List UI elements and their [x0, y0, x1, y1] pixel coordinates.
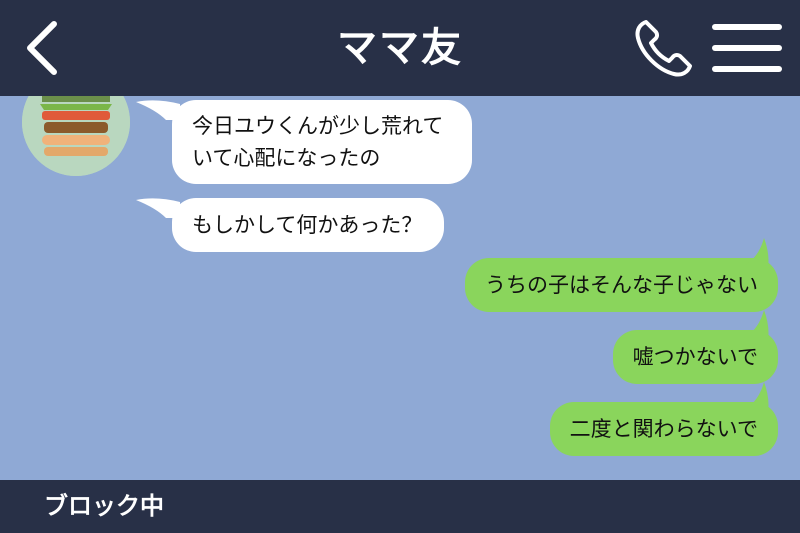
bubble-tail: [740, 382, 769, 412]
bubble-tail: [740, 310, 769, 340]
incoming-message[interactable]: もしかして何かあった？: [172, 198, 445, 252]
outgoing-message[interactable]: うちの子はそんな子じゃない: [465, 258, 778, 312]
message-text: 二度と関わらないで: [569, 417, 758, 441]
message-text: もしかして何かあった？: [192, 213, 423, 237]
incoming-message[interactable]: 今日ユウくんが少し荒れていて心配になったの: [172, 100, 472, 184]
menu-button[interactable]: [710, 20, 784, 76]
message-text: うちの子はそんな子じゃない: [485, 273, 758, 297]
chat-header: ママ友: [0, 0, 800, 96]
message-text: 嘘つかないで: [632, 345, 758, 369]
chat-area[interactable]: 今日ユウくんが少し荒れていて心配になったの もしかして何かあった？ うちの子はそ…: [0, 96, 800, 480]
avatar[interactable]: [22, 96, 130, 176]
bubble-tail: [136, 198, 180, 218]
phone-icon: [635, 20, 692, 77]
call-button[interactable]: [632, 16, 698, 80]
block-status-label[interactable]: ブロック中: [44, 490, 164, 522]
message-text: 今日ユウくんが少し荒れていて心配になったの: [192, 114, 444, 170]
bubble-tail: [740, 238, 769, 268]
chat-footer: ブロック中: [0, 480, 800, 533]
burger-icon: [22, 96, 130, 176]
bubble-tail: [136, 100, 180, 120]
hamburger-menu-icon: [712, 24, 782, 72]
